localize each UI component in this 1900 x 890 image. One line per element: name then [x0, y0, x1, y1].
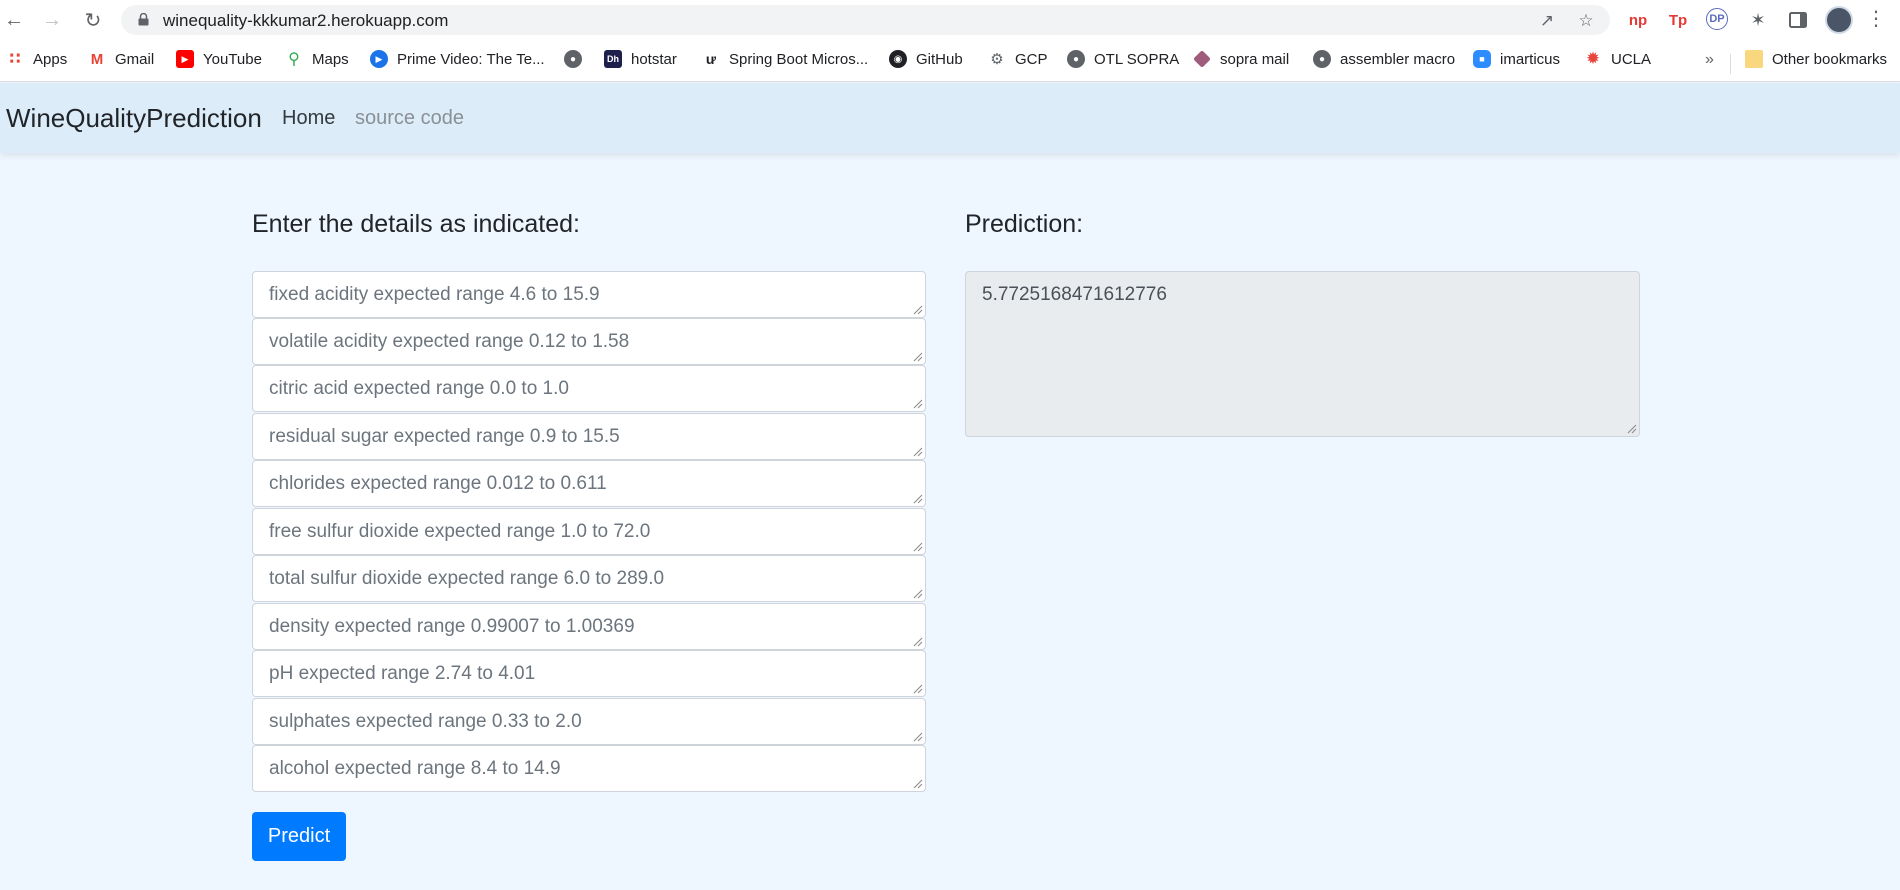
- gcp-icon: ⚙: [990, 51, 1004, 68]
- ph-input[interactable]: pH expected range 2.74 to 4.01: [252, 650, 926, 697]
- alcohol-input[interactable]: alcohol expected range 8.4 to 14.9: [252, 745, 926, 792]
- bookmark-maps[interactable]: ⚲ Maps: [285, 48, 349, 70]
- prediction-heading: Prediction:: [965, 210, 1084, 238]
- resize-grip-icon[interactable]: [913, 542, 923, 552]
- lock-icon: [138, 13, 149, 26]
- share-icon[interactable]: ↗: [1537, 11, 1557, 31]
- sopra-icon: [1193, 50, 1211, 68]
- resize-grip-icon[interactable]: [913, 447, 923, 457]
- bookmark-otl-sopra[interactable]: ● OTL SOPRA: [1067, 48, 1179, 70]
- prediction-output: 5.7725168471612776: [965, 271, 1640, 437]
- chlorides-input[interactable]: chlorides expected range 0.012 to 0.611: [252, 460, 926, 507]
- field-placeholder: total sulfur dioxide expected range 6.0 …: [269, 568, 665, 589]
- volatile-acidity-input[interactable]: volatile acidity expected range 0.12 to …: [252, 318, 926, 365]
- ucla-icon: ✹: [1585, 49, 1601, 68]
- bookmark-globe[interactable]: ●: [564, 48, 591, 70]
- free-sulfur-dioxide-input[interactable]: free sulfur dioxide expected range 1.0 t…: [252, 508, 926, 555]
- resize-grip-icon[interactable]: [913, 589, 923, 599]
- dp-extension-icon[interactable]: DP: [1706, 8, 1728, 30]
- resize-grip-icon[interactable]: [913, 494, 923, 504]
- field-placeholder: sulphates expected range 0.33 to 2.0: [269, 711, 582, 732]
- side-panel-icon[interactable]: [1786, 8, 1810, 32]
- form-heading: Enter the details as indicated:: [252, 210, 580, 238]
- browser-toolbar: ← → ↻ winequality-kkkumar2.herokuapp.com…: [0, 0, 1900, 40]
- globe-icon: ●: [1067, 50, 1085, 68]
- tp-extension-icon[interactable]: Tp: [1666, 8, 1690, 32]
- hotstar-icon: Dh: [604, 50, 622, 68]
- profile-avatar[interactable]: [1825, 6, 1853, 34]
- apps-grid-icon: ∷: [9, 51, 21, 68]
- zoom-icon: ■: [1473, 50, 1491, 68]
- prediction-value: 5.7725168471612776: [982, 284, 1167, 305]
- field-placeholder: fixed acidity expected range 4.6 to 15.9: [269, 284, 600, 305]
- citric-acid-input[interactable]: citric acid expected range 0.0 to 1.0: [252, 365, 926, 412]
- resize-grip-icon[interactable]: [913, 352, 923, 362]
- resize-grip-icon[interactable]: [1627, 424, 1637, 434]
- bookmark-gcp[interactable]: ⚙ GCP: [988, 48, 1047, 70]
- nav-link-home[interactable]: Home: [282, 107, 335, 130]
- extensions-puzzle-icon[interactable]: ✶: [1746, 8, 1770, 32]
- field-placeholder: free sulfur dioxide expected range 1.0 t…: [269, 521, 651, 542]
- residual-sugar-input[interactable]: residual sugar expected range 0.9 to 15.…: [252, 413, 926, 460]
- predict-button[interactable]: Predict: [252, 812, 346, 861]
- folder-icon: [1745, 50, 1763, 68]
- prime-video-icon: ▶: [370, 50, 388, 68]
- navbar-brand[interactable]: WineQualityPrediction: [6, 103, 262, 134]
- bookmark-youtube[interactable]: ▶ YouTube: [176, 48, 262, 70]
- bookmark-other-bookmarks[interactable]: Other bookmarks: [1745, 48, 1887, 70]
- globe-icon: ●: [564, 50, 582, 68]
- resize-grip-icon[interactable]: [913, 305, 923, 315]
- bookmarks-bar: ∷ Apps M Gmail ▶ YouTube ⚲ Maps ▶ Prime …: [0, 44, 1900, 74]
- bookmark-apps[interactable]: ∷ Apps: [6, 48, 67, 70]
- bookmark-ucla[interactable]: ✹ UCLA: [1584, 48, 1651, 70]
- sulphates-input[interactable]: sulphates expected range 0.33 to 2.0: [252, 698, 926, 745]
- globe-icon: ●: [1313, 50, 1331, 68]
- bookmark-assembler-macro[interactable]: ● assembler macro: [1313, 48, 1455, 70]
- bookmark-prime-video[interactable]: ▶ Prime Video: The Te...: [370, 48, 545, 70]
- bookmark-hotstar[interactable]: Dh hotstar: [604, 48, 677, 70]
- field-placeholder: volatile acidity expected range 0.12 to …: [269, 331, 630, 352]
- star-bookmark-icon[interactable]: ☆: [1576, 11, 1596, 31]
- field-placeholder: citric acid expected range 0.0 to 1.0: [269, 378, 569, 399]
- bookmark-github[interactable]: ◉ GitHub: [889, 48, 963, 70]
- resize-grip-icon[interactable]: [913, 399, 923, 409]
- field-placeholder: alcohol expected range 8.4 to 14.9: [269, 758, 561, 779]
- resize-grip-icon[interactable]: [913, 732, 923, 742]
- np-extension-icon[interactable]: np: [1626, 8, 1650, 32]
- back-arrow-icon[interactable]: ←: [0, 6, 28, 34]
- bookmark-sopra-mail[interactable]: sopra mail: [1193, 48, 1289, 70]
- nav-link-source-code[interactable]: source code: [355, 107, 464, 130]
- reload-icon[interactable]: ↻: [79, 6, 107, 34]
- browser-chrome: ← → ↻ winequality-kkkumar2.herokuapp.com…: [0, 0, 1900, 82]
- forward-arrow-icon[interactable]: →: [38, 6, 66, 34]
- gmail-icon: M: [90, 50, 104, 68]
- url-text[interactable]: winequality-kkkumar2.herokuapp.com: [163, 11, 448, 31]
- maps-pin-icon: ⚲: [288, 51, 300, 68]
- address-bar[interactable]: winequality-kkkumar2.herokuapp.com ↗ ☆: [121, 5, 1610, 35]
- density-input[interactable]: density expected range 0.99007 to 1.0036…: [252, 603, 926, 650]
- youtube-icon: ▶: [176, 50, 194, 68]
- fixed-acidity-input[interactable]: fixed acidity expected range 4.6 to 15.9: [252, 271, 926, 318]
- resize-grip-icon[interactable]: [913, 779, 923, 789]
- bookmark-imarticus[interactable]: ■ imarticus: [1473, 48, 1560, 70]
- field-placeholder: chlorides expected range 0.012 to 0.611: [269, 473, 607, 494]
- field-placeholder: residual sugar expected range 0.9 to 15.…: [269, 426, 620, 447]
- bookmark-spring-boot[interactable]: ư Spring Boot Micros...: [702, 48, 868, 70]
- resize-grip-icon[interactable]: [913, 637, 923, 647]
- more-bookmarks-chevron-icon[interactable]: »: [1705, 51, 1714, 69]
- field-placeholder: density expected range 0.99007 to 1.0036…: [269, 616, 635, 637]
- github-icon: ◉: [889, 50, 907, 68]
- total-sulfur-dioxide-input[interactable]: total sulfur dioxide expected range 6.0 …: [252, 555, 926, 602]
- bookmarks-divider: [1730, 54, 1731, 74]
- site-navbar: WineQualityPrediction Home source code: [0, 83, 1900, 153]
- browser-menu-icon[interactable]: ⋮: [1866, 8, 1886, 32]
- field-placeholder: pH expected range 2.74 to 4.01: [269, 663, 536, 684]
- spring-icon: ư: [705, 51, 717, 67]
- resize-grip-icon[interactable]: [913, 684, 923, 694]
- bookmark-gmail[interactable]: M Gmail: [88, 48, 154, 70]
